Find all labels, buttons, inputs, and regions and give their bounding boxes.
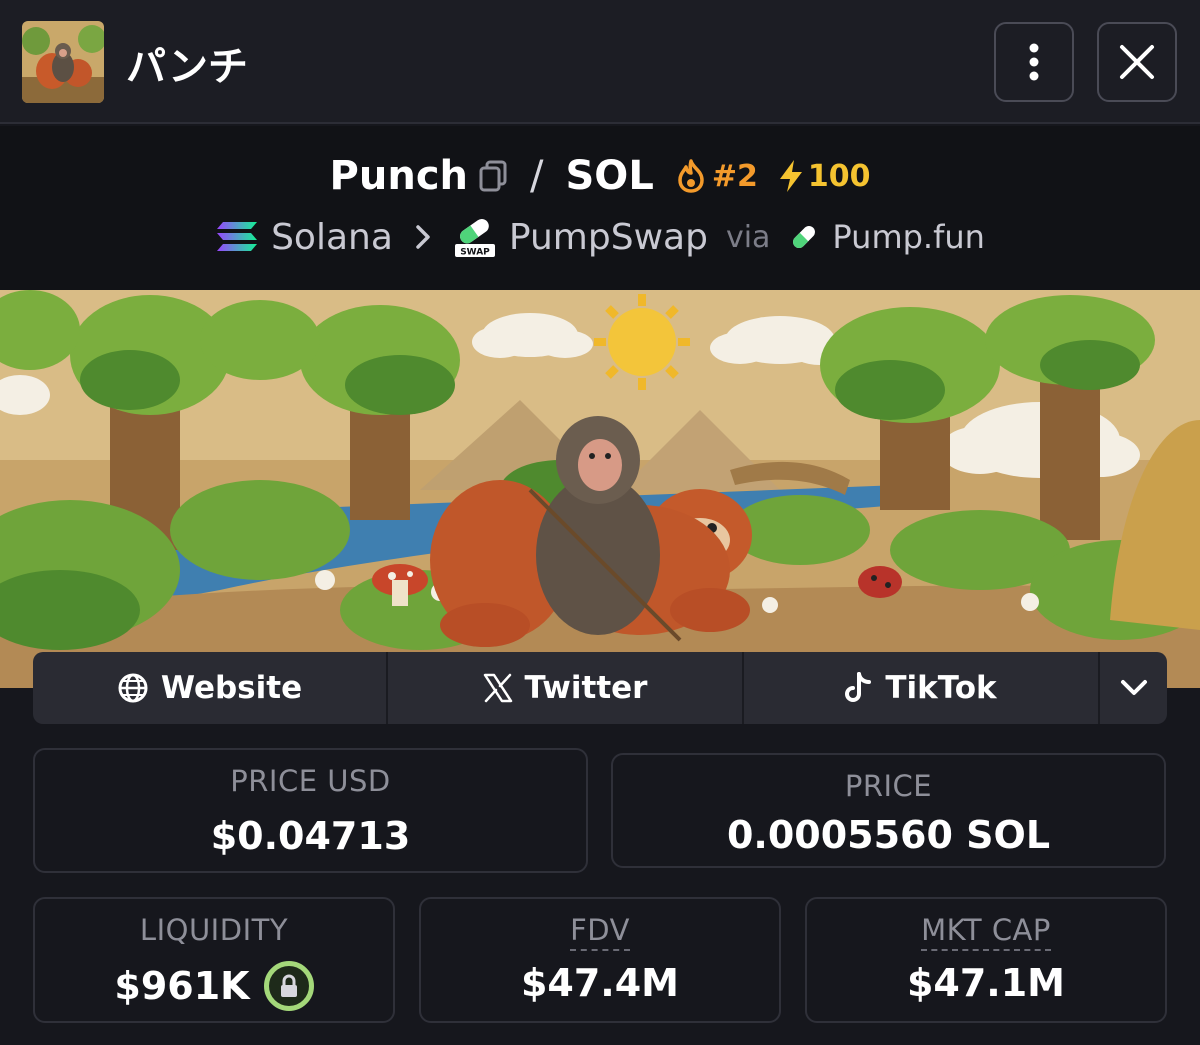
market-cap-label[interactable]: MKT CAP bbox=[921, 913, 1051, 951]
social-links-bar: Website Twitter TikTok bbox=[33, 652, 1167, 724]
tiktok-link[interactable]: TikTok bbox=[744, 652, 1100, 724]
fdv-value: $47.4M bbox=[520, 961, 679, 1005]
market-cap-value: $47.1M bbox=[906, 961, 1065, 1005]
globe-icon bbox=[118, 673, 148, 703]
chevron-down-icon bbox=[1120, 680, 1147, 695]
chain-link[interactable]: Solana bbox=[271, 217, 393, 258]
more-socials-button[interactable] bbox=[1100, 652, 1167, 724]
twitter-link[interactable]: Twitter bbox=[388, 652, 744, 724]
copy-icon[interactable] bbox=[478, 160, 508, 192]
token-title: パンチ bbox=[126, 44, 248, 90]
header-bar: パンチ bbox=[0, 0, 1200, 124]
fdv-label[interactable]: FDV bbox=[570, 913, 630, 951]
price-usd-value: $0.04713 bbox=[210, 814, 411, 858]
price-native-label: PRICE bbox=[844, 769, 933, 803]
launchpad-link[interactable]: Pump.fun bbox=[832, 218, 985, 256]
boost-value: 100 bbox=[807, 158, 871, 194]
market-cap-card: MKT CAP $47.1M bbox=[805, 897, 1167, 1023]
token-thumbnail bbox=[22, 21, 104, 103]
pair-title-row: Punch / SOL #2 100 bbox=[0, 150, 1200, 202]
fdv-card: FDV $47.4M bbox=[419, 897, 781, 1023]
dex-badge-text: SWAP bbox=[460, 248, 490, 258]
website-link[interactable]: Website bbox=[33, 652, 388, 724]
price-native-card: PRICE 0.0005560 SOL bbox=[611, 753, 1166, 868]
pill-icon bbox=[793, 226, 816, 248]
fire-icon bbox=[678, 159, 704, 193]
pumpswap-icon: SWAP bbox=[454, 219, 495, 258]
website-label: Website bbox=[160, 670, 303, 706]
solana-icon bbox=[217, 222, 258, 251]
liquidity-value: $961K bbox=[114, 964, 250, 1008]
liquidity-card: LIQUIDITY $961K bbox=[33, 897, 395, 1023]
twitter-label: Twitter bbox=[524, 670, 648, 706]
pair-separator: / bbox=[530, 153, 544, 199]
base-symbol: Punch bbox=[329, 153, 469, 199]
price-native-value: 0.0005560 SOL bbox=[726, 813, 1051, 857]
dex-link[interactable]: PumpSwap bbox=[509, 217, 708, 258]
tiktok-icon bbox=[845, 672, 872, 702]
chain-breadcrumb: Solana SWAP PumpSwap via Pump.fun bbox=[0, 214, 1200, 260]
chevron-right-icon bbox=[416, 225, 430, 249]
liquidity-lock-badge[interactable] bbox=[263, 961, 314, 1011]
rank-value: #2 bbox=[711, 158, 758, 194]
more-vertical-icon bbox=[1029, 43, 1039, 81]
close-icon bbox=[1120, 45, 1154, 79]
more-options-button[interactable] bbox=[994, 22, 1074, 102]
price-usd-label: PRICE USD bbox=[230, 764, 391, 798]
token-banner-image bbox=[0, 290, 1200, 688]
x-logo-icon bbox=[483, 673, 512, 703]
tiktok-label: TikTok bbox=[885, 670, 997, 706]
via-label: via bbox=[725, 219, 771, 255]
pair-info: Punch / SOL #2 100 Solana SWAP PumpSwap … bbox=[0, 126, 1200, 290]
trending-rank-badge[interactable]: #2 bbox=[676, 159, 758, 194]
boost-badge[interactable]: 100 bbox=[778, 158, 871, 194]
price-usd-card: PRICE USD $0.04713 bbox=[33, 748, 588, 873]
lock-icon bbox=[280, 974, 297, 997]
close-button[interactable] bbox=[1097, 22, 1177, 102]
quote-symbol: SOL bbox=[565, 153, 654, 199]
liquidity-label: LIQUIDITY bbox=[139, 913, 289, 947]
lightning-icon bbox=[779, 160, 802, 192]
